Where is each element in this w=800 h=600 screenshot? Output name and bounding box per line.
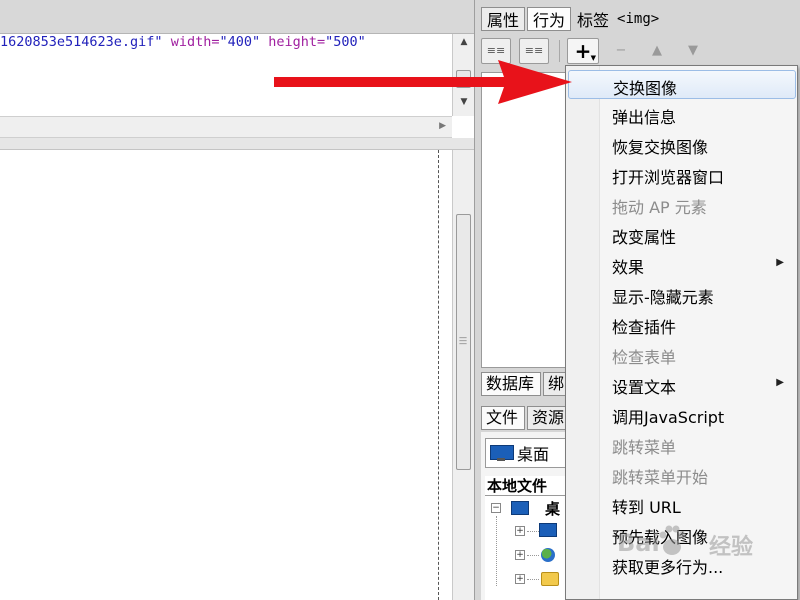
menu-item-label: 检查插件 [612,318,677,337]
split-divider[interactable] [0,138,474,150]
chevron-right-icon: ▶ [776,377,784,388]
monitor-icon [490,445,514,461]
menu-item-label: 效果 [612,258,645,277]
menu-item: 跳转菜单 [568,430,796,459]
menu-item-label: 显示-隐藏元素 [612,288,714,307]
location-select[interactable]: 桌面 [485,438,575,468]
code-attr-value: "400" [219,34,261,50]
desktop-icon [511,501,529,515]
tag-inspector-title: 标签 [577,11,610,30]
tree-guide [527,579,539,580]
remove-behavior-button[interactable]: − [611,40,631,62]
move-down-button[interactable]: ▼ [683,40,703,62]
menu-item[interactable]: 打开浏览器窗口 [568,160,796,189]
expand-icon[interactable]: + [515,550,525,560]
menu-item: 拖动 AP 元素 [568,190,796,219]
menu-item-label: 设置文本 [612,378,677,397]
tree-root-label[interactable]: 桌 [545,498,560,519]
page-boundary-guide [438,150,439,600]
behaviors-list[interactable] [481,72,575,368]
folder-icon[interactable] [541,572,559,586]
plus-icon: + [574,39,592,63]
menu-item-label: 弹出信息 [612,108,677,127]
menu-item[interactable]: 效果 ▶ [568,250,796,279]
design-view[interactable] [0,150,452,600]
menu-item-label: 跳转菜单 [612,438,677,457]
menu-item[interactable]: 设置文本 ▶ [568,370,796,399]
menu-item-label: 拖动 AP 元素 [612,198,707,217]
expand-icon[interactable]: + [515,526,525,536]
menu-item: 跳转菜单开始 [568,460,796,489]
menu-item-label: 恢复交换图像 [612,138,709,157]
menu-item-label: 跳转菜单开始 [612,468,709,487]
code-horizontal-scrollbar[interactable]: ▶ [0,116,452,138]
document-toolbar-strip [0,0,474,34]
menu-item-label: 检查表单 [612,348,677,367]
baidu-watermark: Bai 经验 [617,521,767,561]
tab-behaviors[interactable]: 行为 [527,7,572,31]
chevron-right-icon: ▶ [776,257,784,268]
design-vertical-scrollbar[interactable]: — — — [452,150,474,600]
red-arrow-icon [274,60,572,104]
code-attr-name: width= [162,34,220,50]
menu-item[interactable]: 恢复交换图像 [568,130,796,159]
code-line: 1620853e514623e.gif" width="400" height=… [0,34,366,50]
menu-item-label: 调用JavaScript [612,408,725,427]
menu-item[interactable]: 显示-隐藏元素 [568,280,796,309]
menu-item-label: 改变属性 [612,228,677,247]
selected-tag-name: <img> [617,11,660,27]
tab-files[interactable]: 文件 [481,406,525,430]
add-behavior-menu: 交换图像弹出信息恢复交换图像 打开浏览器窗口 拖动 AP 元素 改变属性效果 ▶ 显示-隐… [565,65,798,600]
scroll-grip-icon: — — — [459,333,467,348]
scroll-right-arrow-icon[interactable]: ▶ [439,121,446,131]
paw-icon [659,525,686,555]
tab-database[interactable]: 数据库 [481,372,541,396]
menu-item[interactable]: 交换图像 [568,70,796,99]
menu-item[interactable]: 转到 URL [568,490,796,519]
tree-guide [527,531,539,532]
computer-icon[interactable] [539,523,557,537]
code-attr-value: 1620853e514623e.gif" [0,34,163,50]
network-icon[interactable] [541,548,555,562]
caret-down-icon: ▼ [590,54,596,62]
expand-icon[interactable]: + [515,574,525,584]
location-label: 桌面 [517,445,550,464]
menu-item[interactable]: 检查插件 [568,310,796,339]
menu-item[interactable]: 调用JavaScript [568,400,796,429]
menu-item[interactable]: 弹出信息 [568,100,796,129]
menu-item-label: 打开浏览器窗口 [612,168,725,187]
collapse-icon[interactable]: − [491,503,501,513]
menu-item-label: 交换图像 [613,79,678,98]
panel-tabs: 属性 行为 标签 <img> [481,6,659,32]
scroll-up-arrow-icon[interactable]: ▲ [453,36,475,48]
menu-item: 检查表单 [568,340,796,369]
code-attr-value: "500" [325,34,366,50]
watermark-text: Bai [617,529,660,557]
tree-guide [496,516,497,586]
tree-guide [527,555,539,556]
menu-item[interactable]: 改变属性 [568,220,796,249]
watermark-text: 经验 [709,535,754,560]
tab-properties[interactable]: 属性 [481,7,526,31]
move-up-button[interactable]: ▲ [647,40,667,62]
menu-item-label: 转到 URL [612,498,681,517]
code-attr-name: height= [260,34,326,50]
